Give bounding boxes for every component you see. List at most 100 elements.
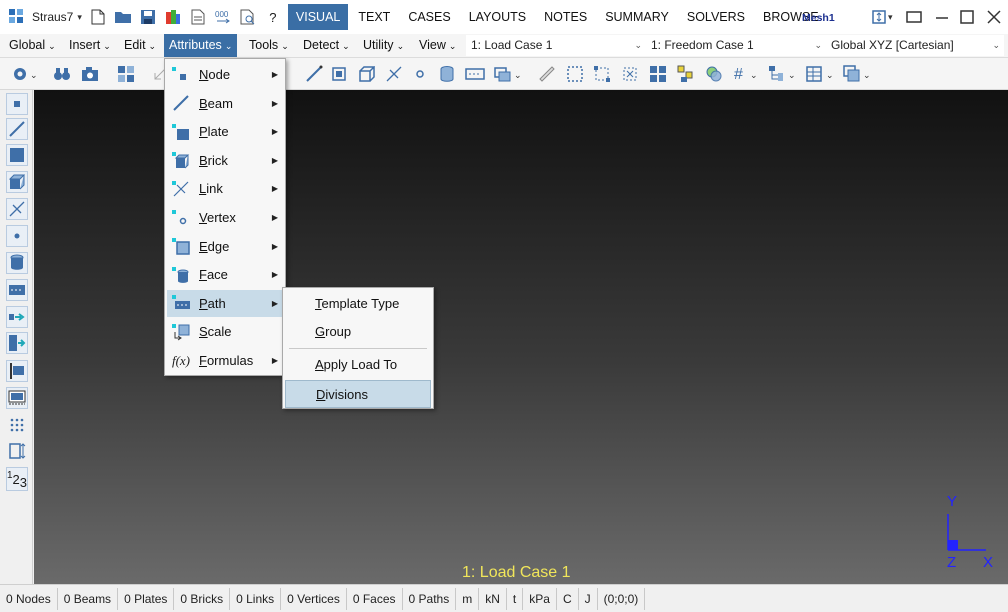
freedom-case-select[interactable]: 1: Freedom Case 1 ⌄ [646, 35, 826, 56]
menu-item-brick[interactable]: Brick ▶ [167, 147, 284, 174]
path-icon[interactable] [465, 64, 485, 84]
select-all-icon[interactable] [620, 64, 640, 84]
menu-edit[interactable]: Edit ⌄ [119, 34, 161, 57]
plate-tool-icon[interactable] [6, 144, 28, 166]
path-tool-icon[interactable] [6, 279, 28, 301]
submenu-arrow-icon: ▶ [271, 184, 278, 194]
dot-grid-icon[interactable] [6, 414, 28, 436]
straus7-logo-icon[interactable] [9, 9, 25, 25]
numbering-icon[interactable]: 000 [214, 8, 232, 26]
close-icon[interactable] [984, 8, 1004, 26]
menu-global[interactable]: Global ⌄ [4, 34, 61, 57]
model-name: Mesh1 [802, 12, 835, 24]
print-preview-icon[interactable] [239, 8, 257, 26]
groups-icon[interactable] [676, 64, 696, 84]
tab-cases[interactable]: CASES [400, 4, 458, 30]
link-tool-icon[interactable] [6, 198, 28, 220]
node-icon [171, 65, 191, 85]
submenu-arrow-icon: ▶ [271, 98, 278, 108]
windows-icon[interactable]: ⌄ [843, 64, 873, 84]
help-icon[interactable]: ? [264, 8, 282, 26]
table-view-icon[interactable]: ⌄ [806, 64, 836, 84]
coordinate-system-select[interactable]: Global XYZ [Cartesian] ⌄ [826, 35, 1004, 56]
mesh-options-icon[interactable]: ⌄ [493, 64, 523, 84]
vertex-tool-icon[interactable] [6, 225, 28, 247]
frame-icon[interactable] [6, 440, 28, 462]
submenu-group[interactable]: Group [285, 318, 431, 346]
camera-icon[interactable] [80, 64, 100, 84]
svg-text:⌄: ⌄ [826, 70, 834, 80]
menu-item-plate[interactable]: Plate ▶ [167, 118, 284, 145]
axis-triad [947, 514, 986, 551]
menu-item-label: Edge [199, 238, 230, 254]
restraint-tool-icon[interactable] [6, 332, 28, 354]
grid-layout-icon[interactable] [116, 64, 136, 84]
minimize-icon[interactable] [932, 8, 952, 26]
maximize-icon[interactable] [957, 8, 977, 26]
save-icon[interactable] [139, 8, 157, 26]
status-item: t [507, 587, 524, 610]
menu-item-path[interactable]: Path ▶ [167, 289, 284, 317]
numbering-hash-icon[interactable]: # ⌄ [733, 64, 761, 84]
display-tool-icon[interactable] [6, 387, 28, 409]
tab-summary[interactable]: SUMMARY [597, 4, 677, 30]
open-folder-icon[interactable] [114, 8, 132, 26]
draw-link-icon[interactable] [384, 64, 404, 84]
vertex-icon[interactable] [410, 64, 430, 84]
menu-attributes[interactable]: Attributes ⌄ [164, 34, 238, 57]
vertex-icon [171, 208, 191, 228]
menu-detect[interactable]: Detect ⌄ [298, 34, 355, 57]
menu-item-scale[interactable]: Scale [167, 318, 284, 345]
menu-item-beam[interactable]: Beam ▶ [167, 90, 284, 117]
load-arrow-tool-icon[interactable] [6, 306, 28, 328]
tab-solvers[interactable]: SOLVERS [679, 4, 753, 30]
new-file-icon[interactable] [89, 8, 107, 26]
submenu-template-type[interactable]: Template Type [285, 290, 431, 318]
submenu-divisions[interactable]: Divisions [285, 380, 431, 408]
tab-notes[interactable]: NOTES [536, 4, 595, 30]
tab-layouts[interactable]: LAYOUTS [461, 4, 534, 30]
document-icon[interactable] [189, 8, 207, 26]
menu-item-vertex[interactable]: Vertex ▶ [167, 204, 284, 231]
select-polygon-icon[interactable] [592, 64, 612, 84]
attribute-tool-icon[interactable] [6, 360, 28, 382]
menu-tools[interactable]: Tools ⌄ [244, 34, 294, 57]
fit-height-icon[interactable]: ▾ [870, 8, 900, 26]
menu-insert[interactable]: Insert ⌄ [64, 34, 116, 57]
menu-item-link[interactable]: Link ▶ [167, 175, 284, 202]
binoculars-icon[interactable] [52, 64, 72, 84]
node-tool-icon[interactable] [6, 93, 28, 115]
draw-line-icon[interactable] [304, 64, 324, 84]
select-rectangle-icon[interactable] [565, 64, 585, 84]
draw-plate-icon[interactable] [330, 64, 350, 84]
beam-tool-icon[interactable] [6, 118, 28, 140]
menu-item-face[interactable]: Face ▶ [167, 261, 284, 288]
tab-visual[interactable]: VISUAL [287, 4, 349, 30]
entity-grid-icon[interactable] [648, 64, 668, 84]
brick-tool-icon[interactable] [6, 171, 28, 193]
menu-utility[interactable]: Utility ⌄ [358, 34, 409, 57]
settings-gear-icon[interactable]: ⌄ [10, 64, 40, 84]
numbering-tool-icon[interactable]: 1 2 3 [6, 467, 28, 491]
chevron-down-icon[interactable]: ▾ [77, 12, 82, 23]
load-case-select[interactable]: 1: Load Case 1 ⌄ [466, 35, 646, 56]
tab-text[interactable]: TEXT [350, 4, 398, 30]
menu-item-edge[interactable]: Edge ▶ [167, 233, 284, 260]
menu-item-formulas[interactable]: f(x) Formulas ▶ [167, 347, 284, 374]
menu-bar: Global ⌄ Insert ⌄ Edit ⌄ Attributes ⌄ Tools ⌄… [0, 34, 1008, 58]
menu-item-node[interactable]: Node ▶ [167, 61, 284, 88]
numbering-digit: 3 [19, 474, 28, 490]
draw-brick-icon[interactable] [356, 64, 376, 84]
menu-view[interactable]: View ⌄ [414, 34, 461, 57]
property-sets-icon[interactable] [704, 64, 724, 84]
ruler-icon[interactable] [537, 64, 557, 84]
model-color-icon[interactable] [164, 8, 182, 26]
restore-window-icon[interactable] [904, 8, 924, 26]
cylinder-tool-icon[interactable] [6, 252, 28, 274]
submenu-apply-load-to[interactable]: Apply Load To [285, 351, 431, 379]
tree-view-icon[interactable]: ⌄ [768, 64, 798, 84]
link-icon [171, 179, 191, 199]
cylinder-icon[interactable] [437, 64, 457, 84]
formula-icon: f(x) [171, 352, 191, 368]
app-name[interactable]: Straus7 [32, 10, 73, 24]
